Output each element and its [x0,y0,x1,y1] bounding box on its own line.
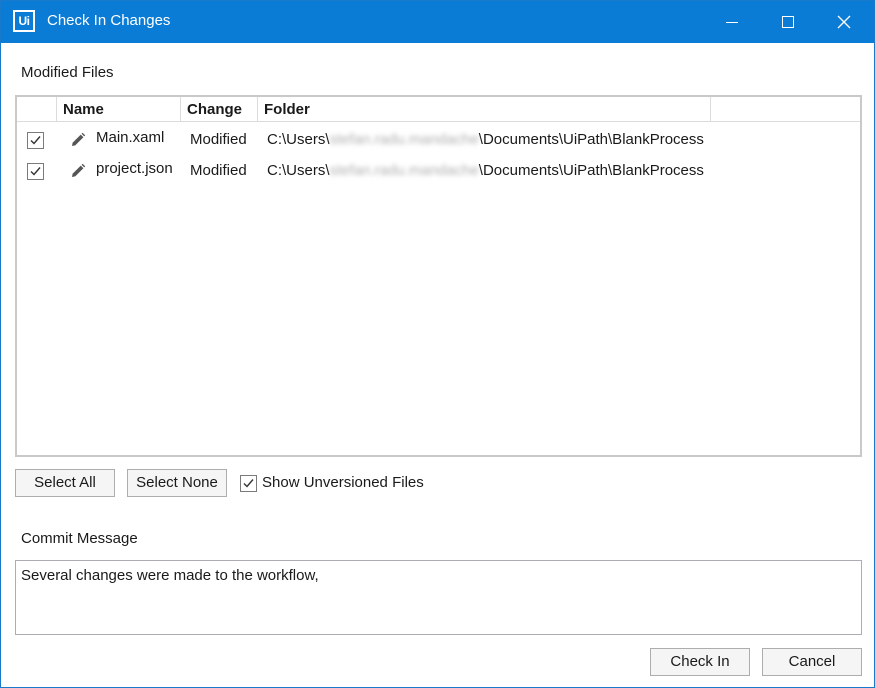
check-in-button[interactable]: Check In [650,648,750,676]
redacted-username: stefan.radu.mandache [329,162,479,179]
header-check-column[interactable] [17,97,57,121]
folder-prefix: C:\Users\ [267,162,330,179]
checkbox-box[interactable] [240,475,257,492]
redacted-username: stefan.radu.mandache [329,131,479,148]
change-type: Modified [190,162,247,179]
select-all-button[interactable]: Select All [15,469,115,497]
pencil-icon [72,132,86,146]
checkmark-icon [30,167,41,176]
close-icon [837,15,851,29]
title-bar[interactable]: Ui Check In Changes [1,1,874,43]
file-name: project.json [96,160,173,177]
table-row[interactable]: project.json Modified C:\Users\stefan.ra… [17,155,860,186]
minimize-icon [726,21,738,23]
folder-path: C:\Users\stefan.radu.mandache\Documents\… [267,162,704,179]
modified-files-grid[interactable]: Name Change Folder Main.xaml Modified C:… [15,95,862,457]
uipath-logo-icon: Ui [13,10,35,32]
checkmark-icon [243,479,254,488]
modified-files-label: Modified Files [21,64,114,81]
header-name[interactable]: Name [57,97,181,121]
header-folder[interactable]: Folder [258,97,711,121]
commit-message-input[interactable]: Several changes were made to the workflo… [15,560,862,635]
table-row[interactable]: Main.xaml Modified C:\Users\stefan.radu.… [17,124,860,155]
minimize-button[interactable] [704,1,760,43]
maximize-icon [782,16,794,28]
checkmark-icon [30,136,41,145]
header-change[interactable]: Change [181,97,258,121]
window-title: Check In Changes [47,12,171,29]
close-button[interactable] [816,1,872,43]
show-unversioned-label[interactable]: Show Unversioned Files [262,474,424,491]
maximize-button[interactable] [760,1,816,43]
change-type: Modified [190,131,247,148]
commit-message-label: Commit Message [21,530,138,547]
cancel-button[interactable]: Cancel [762,648,862,676]
select-none-button[interactable]: Select None [127,469,227,497]
check-in-dialog: Ui Check In Changes Modified Files Name … [0,0,875,688]
folder-path: C:\Users\stefan.radu.mandache\Documents\… [267,131,704,148]
folder-suffix: \Documents\UiPath\BlankProcess [478,131,704,148]
row-checkbox[interactable] [27,132,44,149]
pencil-icon [72,163,86,177]
row-checkbox[interactable] [27,163,44,180]
folder-suffix: \Documents\UiPath\BlankProcess [478,162,704,179]
grid-header: Name Change Folder [17,97,860,122]
file-name: Main.xaml [96,129,165,146]
folder-prefix: C:\Users\ [267,131,330,148]
